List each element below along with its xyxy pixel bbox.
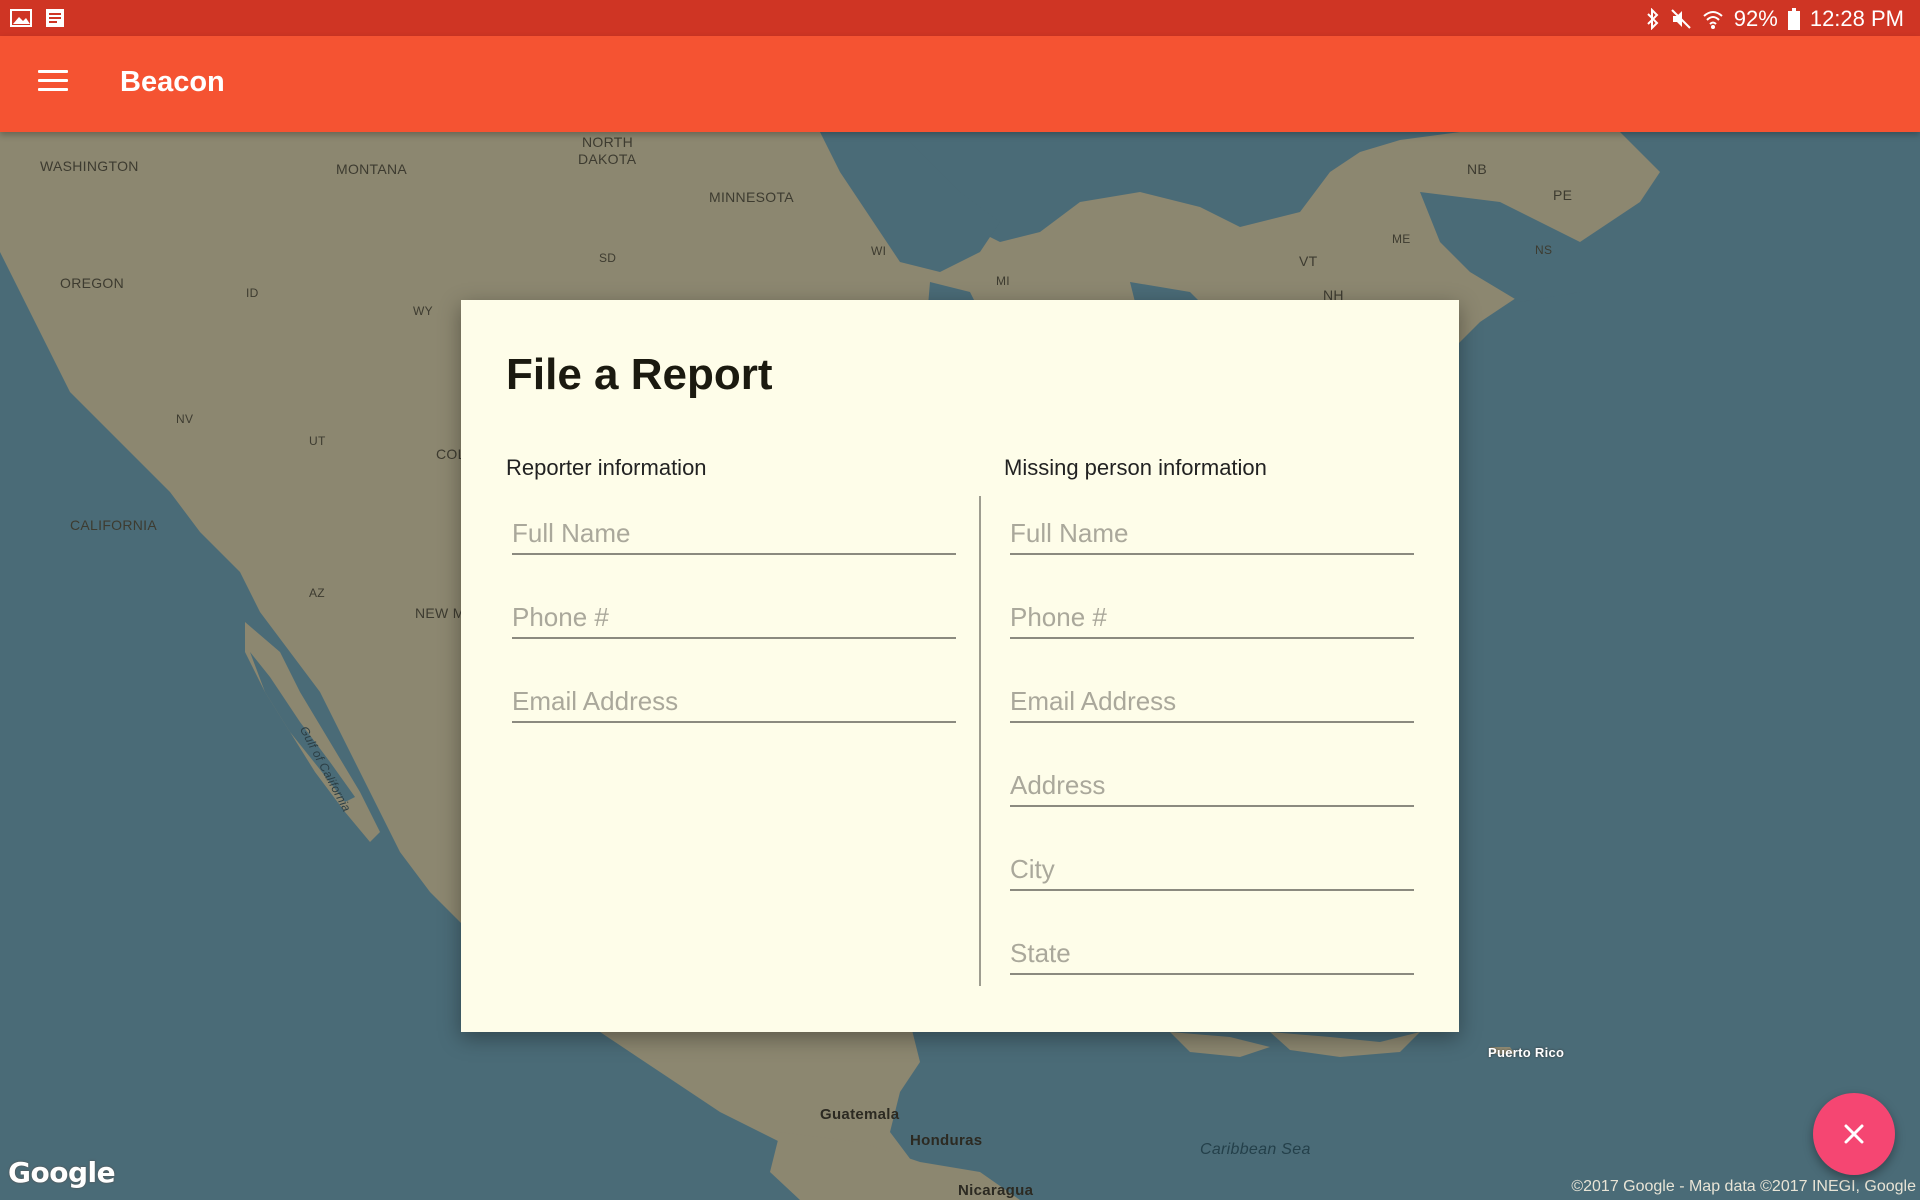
reporter-email-input[interactable] (512, 675, 956, 721)
reporter-full-name-field (512, 507, 956, 555)
status-bar: 92% 12:28 PM (0, 0, 1920, 36)
map-label-mi: MI (996, 274, 1010, 288)
missing-email-field (1010, 675, 1414, 723)
map-label-nicaragua: Nicaragua (958, 1182, 1034, 1199)
menu-icon[interactable] (38, 70, 68, 94)
reporter-phone-input[interactable] (512, 591, 956, 637)
missing-phone-input[interactable] (1010, 591, 1414, 637)
missing-city-field (1010, 843, 1414, 891)
map-label-north-dakota-1: NORTH (582, 134, 634, 150)
map-label-new-m: NEW M (415, 605, 465, 621)
reporter-section-label: Reporter information (506, 455, 707, 480)
missing-full-name-field (1010, 507, 1414, 555)
map-label-nv: NV (176, 412, 194, 426)
map-label-montana: MONTANA (336, 161, 408, 177)
missing-address-field (1010, 759, 1414, 807)
note-icon (46, 9, 64, 27)
battery-icon (1787, 8, 1800, 30)
map-label-ut: UT (309, 434, 326, 448)
column-divider (979, 496, 981, 986)
wifi-icon (1703, 11, 1723, 29)
missing-city-input[interactable] (1010, 843, 1414, 889)
mute-icon (1671, 9, 1691, 29)
map-label-nb: NB (1467, 161, 1488, 177)
map-label-pe: PE (1553, 187, 1573, 203)
map-label-california: CALIFORNIA (70, 517, 158, 533)
missing-state-field (1010, 927, 1414, 975)
google-logo: Google (8, 1156, 116, 1189)
map-label-vt: VT (1299, 253, 1318, 269)
bluetooth-icon (1647, 8, 1659, 30)
missing-person-section-label: Missing person information (1004, 455, 1267, 480)
reporter-phone-field (512, 591, 956, 639)
close-fab-button[interactable] (1813, 1093, 1895, 1175)
battery-percent: 92% (1733, 6, 1778, 31)
missing-full-name-input[interactable] (1010, 507, 1414, 553)
app-bar: Beacon (0, 36, 1920, 132)
missing-phone-field (1010, 591, 1414, 639)
map-label-guatemala: Guatemala (820, 1106, 900, 1123)
clock: 12:28 PM (1809, 6, 1904, 31)
map-label-wi: WI (871, 244, 887, 258)
report-dialog: File a Report Reporter information Missi… (461, 300, 1459, 1032)
map-label-oregon: OREGON (60, 275, 125, 291)
missing-address-input[interactable] (1010, 759, 1414, 805)
map-label-az: AZ (309, 586, 325, 600)
dialog-title: File a Report (506, 350, 773, 399)
map-label-honduras: Honduras (910, 1132, 983, 1149)
map-label-puerto-rico: Puerto Rico (1488, 1045, 1565, 1060)
image-icon (10, 9, 32, 27)
map-label-washington: WASHINGTON (40, 158, 139, 174)
map-label-minnesota: MINNESOTA (709, 189, 794, 205)
map-label-id: ID (246, 286, 259, 300)
reporter-email-field (512, 675, 956, 723)
map-label-wy: WY (413, 304, 433, 318)
app-title: Beacon (120, 66, 225, 98)
map-label-north-dakota-2: DAKOTA (578, 151, 637, 167)
map-label-ns: NS (1535, 243, 1553, 257)
map-label-me: ME (1392, 232, 1411, 246)
missing-state-input[interactable] (1010, 927, 1414, 973)
reporter-full-name-input[interactable] (512, 507, 956, 553)
close-icon (1844, 1124, 1864, 1144)
missing-email-input[interactable] (1010, 675, 1414, 721)
map-label-caribbean-sea: Caribbean Sea (1200, 1141, 1311, 1158)
map-attribution: ©2017 Google - Map data ©2017 INEGI, Goo… (1571, 1178, 1916, 1195)
map-label-sd: SD (599, 251, 617, 265)
